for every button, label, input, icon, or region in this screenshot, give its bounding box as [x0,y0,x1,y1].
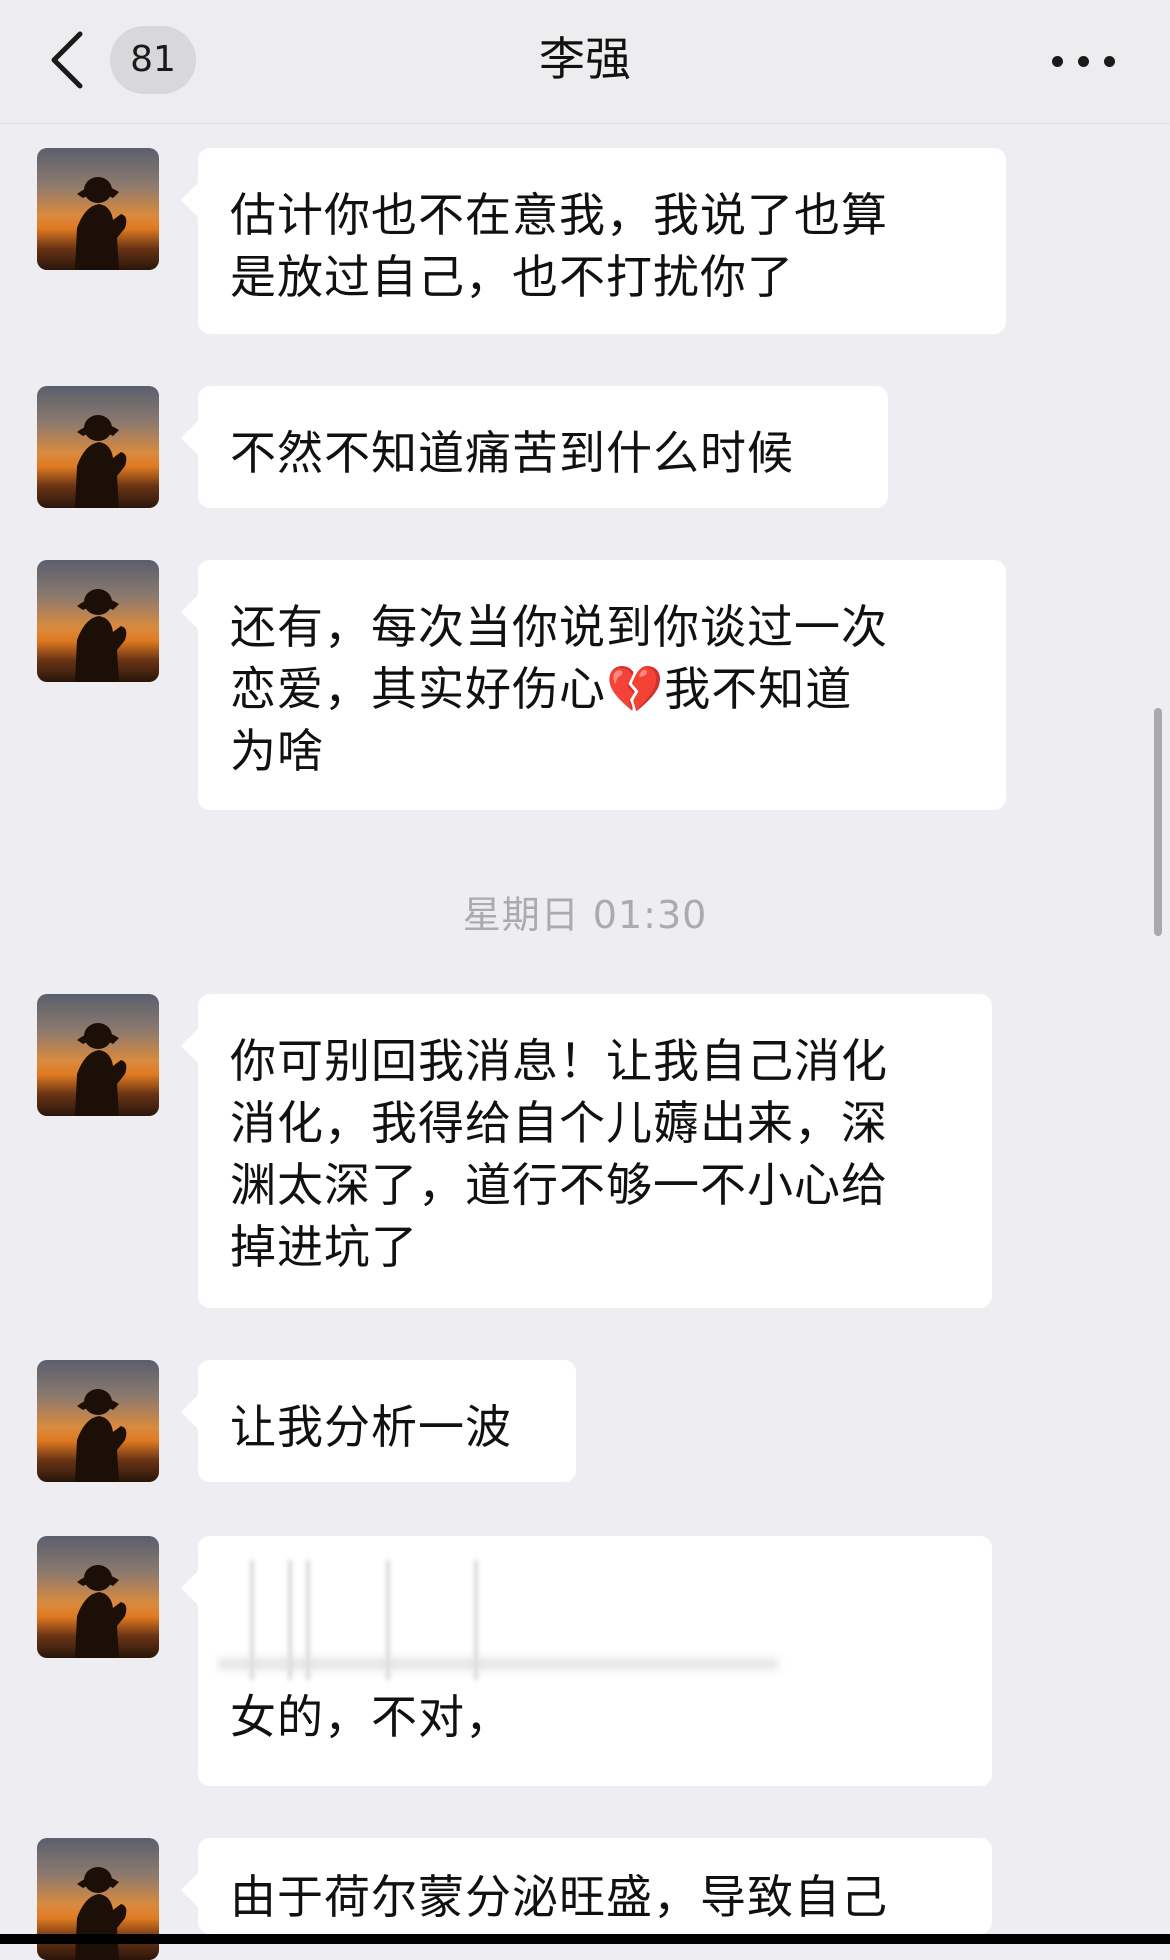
more-dots-icon [1052,56,1063,67]
more-options-button[interactable] [1052,34,1116,84]
censored-blur-region [198,1560,992,1680]
silhouette-avatar-icon [75,415,127,508]
message-text: 估计你也不在意我，我说了也算 是放过自己，也不打扰你了 [230,188,888,304]
silhouette-avatar-icon [75,1389,127,1482]
back-button[interactable] [40,24,100,94]
contact-avatar[interactable] [37,994,159,1116]
contact-avatar[interactable] [37,1360,159,1482]
message-bubble[interactable]: 不然不知道痛苦到什么时候 [198,386,888,508]
message-bubble[interactable]: 让我分析一波 [198,1360,576,1482]
contact-avatar[interactable] [37,148,159,270]
message-bubble[interactable]: 由于荷尔蒙分泌旺盛，导致自己 [198,1838,992,1934]
silhouette-avatar-icon [75,1565,127,1658]
message-bubble[interactable]: 还有，每次当你说到你谈过一次 恋爱，其实好伤心💔我不知道 为啥 [198,560,1006,810]
chevron-left-icon [51,31,83,89]
message-text: 由于荷尔蒙分泌旺盛，导致自己 [230,1870,888,1924]
chat-timestamp: 星期日 01:30 [462,893,708,937]
scrollbar[interactable] [1154,708,1162,936]
unread-count-badge[interactable]: 81 [110,26,196,94]
more-dot [1078,56,1089,67]
silhouette-avatar-icon [75,589,127,682]
message-bubble[interactable]: 估计你也不在意我，我说了也算 是放过自己，也不打扰你了 [198,148,1006,334]
contact-avatar[interactable] [37,1536,159,1658]
message-bubble[interactable]: 女的，不对， [198,1536,992,1786]
contact-avatar[interactable] [37,386,159,508]
message-text: 还有，每次当你说到你谈过一次 恋爱，其实好伤心💔我不知道 为啥 [230,600,888,778]
silhouette-avatar-icon [75,1023,127,1116]
chat-header: 81 李强 [0,0,1170,124]
message-text: 让我分析一波 [230,1400,512,1454]
silhouette-avatar-icon [75,177,127,270]
message-text: 不然不知道痛苦到什么时候 [230,426,794,480]
message-bubble[interactable]: 你可别回我消息！让我自己消化 消化，我得给自个儿薅出来，深 渊太深了，道行不够一… [198,994,992,1308]
contact-name-title: 李强 [539,32,631,86]
more-dot [1104,56,1115,67]
message-text: 你可别回我消息！让我自己消化 消化，我得给自个儿薅出来，深 渊太深了，道行不够一… [230,1034,888,1274]
contact-avatar[interactable] [37,560,159,682]
message-text: 女的，不对， [230,1690,512,1744]
bottom-edge [0,1934,1170,1944]
